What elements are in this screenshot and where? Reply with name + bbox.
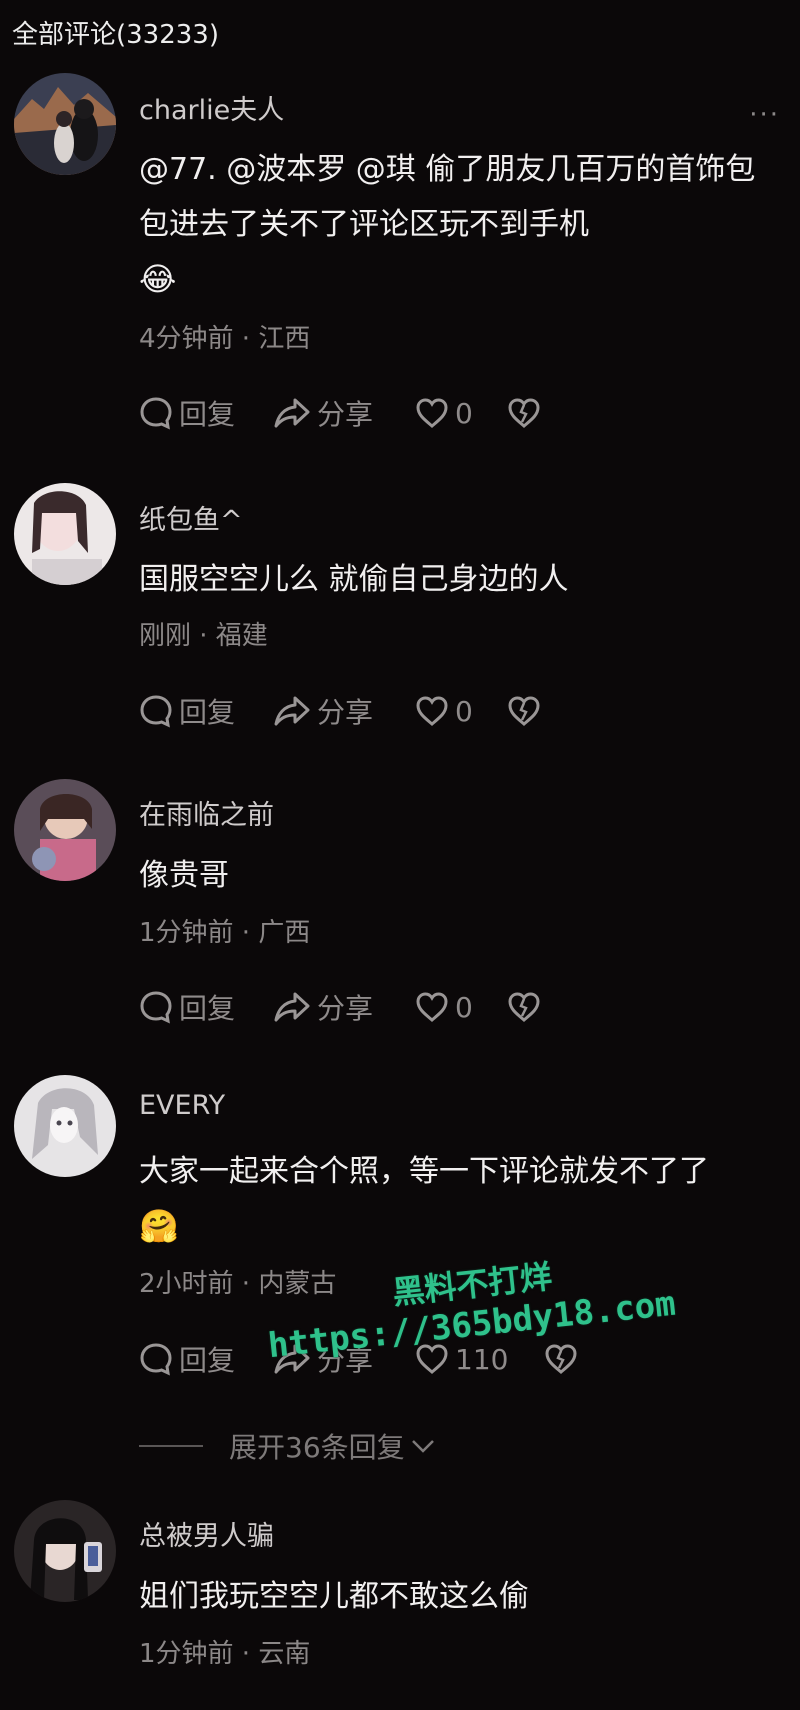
avatar[interactable] <box>14 73 116 175</box>
comment-text-block: 像贵哥 <box>139 848 769 903</box>
reply-label: 回复 <box>179 1344 236 1377</box>
share-button[interactable]: 分享 <box>273 691 373 731</box>
avatar[interactable] <box>14 1075 116 1177</box>
divider <box>139 1445 203 1447</box>
expand-replies-label: 展开36条回复 <box>229 1431 405 1464</box>
comment-actions: 回复 分享 0 <box>139 691 759 731</box>
avatar[interactable] <box>14 483 116 585</box>
comment-actions: 回复 分享 0 <box>139 393 759 433</box>
like-button[interactable]: 0 <box>415 393 473 433</box>
comment-text-block: 国服空空儿么 就偷自己身边的人 <box>139 552 769 607</box>
speech-bubble-icon <box>140 991 172 1024</box>
comment-meta: 1分钟前 · 云南 <box>139 1639 311 1669</box>
like-count: 0 <box>455 990 473 1024</box>
heart-icon <box>416 696 448 726</box>
comment-meta: 4分钟前 · 江西 <box>139 324 311 354</box>
share-label: 分享 <box>317 992 374 1025</box>
comment-meta: 2小时前 · 内蒙古 <box>139 1269 337 1299</box>
avatar[interactable] <box>14 1500 116 1602</box>
speech-bubble-icon <box>140 1343 172 1376</box>
broken-heart-icon <box>545 1344 577 1374</box>
share-label: 分享 <box>317 1344 374 1377</box>
like-count: 0 <box>455 396 473 430</box>
username[interactable]: 纸包鱼^ <box>139 498 243 537</box>
dislike-button[interactable] <box>507 393 547 433</box>
comment-text: 姐们我玩空空儿都不敢这么偷 <box>139 1579 529 1614</box>
comment-meta: 刚刚 · 福建 <box>139 621 268 651</box>
share-button[interactable]: 分享 <box>273 1339 373 1379</box>
share-arrow-icon <box>274 398 310 428</box>
share-arrow-icon <box>274 696 310 726</box>
share-button[interactable]: 分享 <box>273 393 373 433</box>
username[interactable]: charlie夫人 <box>139 88 284 127</box>
comment-text-block: 大家一起来合个照，等一下评论就发不了了 🤗 <box>139 1144 769 1255</box>
comment-actions: 回复 分享 0 <box>139 987 759 1027</box>
share-button[interactable]: 分享 <box>273 987 373 1027</box>
reply-label: 回复 <box>179 696 236 729</box>
dislike-button[interactable] <box>507 691 547 731</box>
broken-heart-icon <box>508 696 540 726</box>
dislike-button[interactable] <box>544 1339 584 1379</box>
dislike-button[interactable] <box>507 987 547 1027</box>
reply-label: 回复 <box>179 398 236 431</box>
reply-button[interactable]: 回复 <box>139 393 235 433</box>
username[interactable]: 总被男人骗 <box>139 1514 274 1553</box>
heart-icon <box>416 992 448 1022</box>
comment-actions: 回复 分享 110 <box>139 1339 759 1379</box>
comment-text: 国服空空儿么 就偷自己身边的人 <box>139 562 569 597</box>
reply-button[interactable]: 回复 <box>139 691 235 731</box>
hugging-emoji-icon: 🤗 <box>139 1207 179 1245</box>
reply-button[interactable]: 回复 <box>139 1339 235 1379</box>
reply-button[interactable]: 回复 <box>139 987 235 1027</box>
username[interactable]: 在雨临之前 <box>139 793 274 832</box>
comment-text: 像贵哥 <box>139 858 229 893</box>
avatar[interactable] <box>14 779 116 881</box>
share-arrow-icon <box>274 1344 310 1374</box>
comment-text-block: 姐们我玩空空儿都不敢这么偷 <box>139 1569 769 1624</box>
comment-text: @77. @波本罗 @琪 偷了朋友几百万的首饰包包进去了关不了评论区玩不到手机 <box>139 152 756 242</box>
share-arrow-icon <box>274 992 310 1022</box>
like-button[interactable]: 0 <box>415 987 473 1027</box>
like-button[interactable]: 0 <box>415 691 473 731</box>
chevron-down-icon <box>411 1440 434 1453</box>
comment-meta: 1分钟前 · 广西 <box>139 918 311 948</box>
page-title: 全部评论(33233) <box>12 20 219 50</box>
broken-heart-icon <box>508 992 540 1022</box>
laughing-emoji-icon: 😂 <box>139 260 177 298</box>
share-label: 分享 <box>317 696 374 729</box>
reply-label: 回复 <box>179 992 236 1025</box>
username[interactable]: EVERY <box>139 1090 225 1121</box>
speech-bubble-icon <box>140 695 172 728</box>
heart-icon <box>416 1344 448 1374</box>
like-count: 110 <box>455 1342 509 1376</box>
share-label: 分享 <box>317 398 374 431</box>
broken-heart-icon <box>508 398 540 428</box>
more-options-icon[interactable]: ··· <box>749 100 780 130</box>
comment-text-block: @77. @波本罗 @琪 偷了朋友几百万的首饰包包进去了关不了评论区玩不到手机 … <box>139 142 769 308</box>
like-count: 0 <box>455 694 473 728</box>
like-button[interactable]: 110 <box>415 1339 508 1379</box>
speech-bubble-icon <box>140 397 172 430</box>
expand-replies-button[interactable]: 展开36条回复 <box>139 1426 437 1466</box>
heart-icon <box>416 398 448 428</box>
comment-text: 大家一起来合个照，等一下评论就发不了了 <box>139 1154 709 1189</box>
